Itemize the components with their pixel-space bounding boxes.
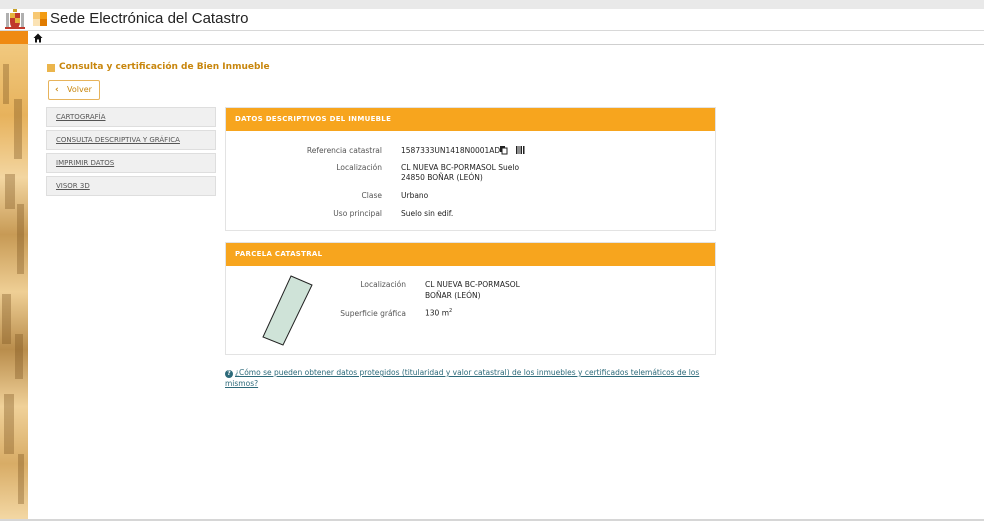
site-header: Sede Electrónica del Catastro: [0, 9, 984, 31]
orange-nav-tab: [0, 31, 28, 44]
menu-item-cartografia[interactable]: CARTOGRAFÍA: [46, 107, 216, 127]
menu-item-consulta-descriptiva[interactable]: CONSULTA DESCRIPTIVA Y GRÁFICA: [46, 130, 216, 150]
home-icon[interactable]: [33, 33, 43, 43]
question-circle-icon: ?: [225, 370, 233, 378]
parcela-localizacion-line2: BOÑAR (LEÓN): [425, 291, 481, 300]
parcela-localizacion-line1: CL NUEVA BC-PORMASOL: [425, 280, 520, 289]
datos-descriptivos-panel: DATOS DESCRIPTIVOS DEL INMUEBLE Referenc…: [225, 107, 716, 231]
catastro-logo-icon: [33, 12, 47, 26]
menu-item-visor-3d[interactable]: VISOR 3D: [46, 176, 216, 196]
menu-item-label: CONSULTA DESCRIPTIVA Y GRÁFICA: [56, 136, 180, 144]
heading-square-icon: [47, 64, 55, 72]
browser-top-strip: [0, 0, 984, 9]
panel-title: PARCELA CATASTRAL: [235, 250, 323, 258]
superficie-value: 130 m2: [425, 308, 452, 318]
clase-label: Clase: [361, 191, 382, 200]
menu-item-label: IMPRIMIR DATOS: [56, 159, 115, 167]
copy-icon[interactable]: [500, 146, 508, 155]
page-title: Consulta y certificación de Bien Inmuebl…: [59, 62, 270, 72]
panel-header: DATOS DESCRIPTIVOS DEL INMUEBLE: [226, 108, 715, 131]
back-button[interactable]: ‹ Volver: [48, 80, 100, 100]
uso-label: Uso principal: [333, 209, 382, 218]
chevron-left-icon: ‹: [55, 85, 59, 95]
nav-bar: [28, 31, 984, 45]
spain-coat-of-arms-icon: [5, 9, 25, 29]
clase-value: Urbano: [401, 191, 429, 200]
referencia-label: Referencia catastral: [306, 146, 382, 155]
panel-header: PARCELA CATASTRAL: [226, 243, 715, 266]
parcela-catastral-panel: PARCELA CATASTRAL Localización CL NUEVA …: [225, 242, 716, 355]
side-menu: CARTOGRAFÍA CONSULTA DESCRIPTIVA Y GRÁFI…: [46, 107, 216, 199]
uso-value: Suelo sin edif.: [401, 209, 454, 218]
panel-title: DATOS DESCRIPTIVOS DEL INMUEBLE: [235, 115, 392, 123]
menu-item-label: CARTOGRAFÍA: [56, 113, 106, 121]
localizacion-line1: CL NUEVA BC-PORMASOL Suelo: [401, 163, 520, 172]
barcode-icon[interactable]: [516, 146, 525, 154]
decorative-city-image: [0, 44, 28, 521]
parcel-shape[interactable]: [260, 274, 314, 346]
site-title: Sede Electrónica del Catastro: [50, 10, 249, 27]
back-button-label: Volver: [67, 85, 92, 94]
referencia-value: 1587333UN1418N0001AD: [401, 146, 501, 155]
superficie-unit-sup: 2: [449, 308, 453, 314]
menu-item-imprimir-datos[interactable]: IMPRIMIR DATOS: [46, 153, 216, 173]
help-section: ? ¿Cómo se pueden obtener datos protegido…: [225, 367, 715, 389]
localizacion-label: Localización: [336, 163, 382, 172]
help-link[interactable]: ¿Cómo se pueden obtener datos protegidos…: [225, 368, 699, 388]
parcela-localizacion-label: Localización: [360, 280, 406, 289]
localizacion-line2: 24850 BOÑAR (LEÓN): [401, 173, 483, 182]
superficie-number: 130 m: [425, 308, 450, 318]
menu-item-label: VISOR 3D: [56, 182, 90, 190]
superficie-label: Superficie gráfica: [340, 309, 406, 318]
